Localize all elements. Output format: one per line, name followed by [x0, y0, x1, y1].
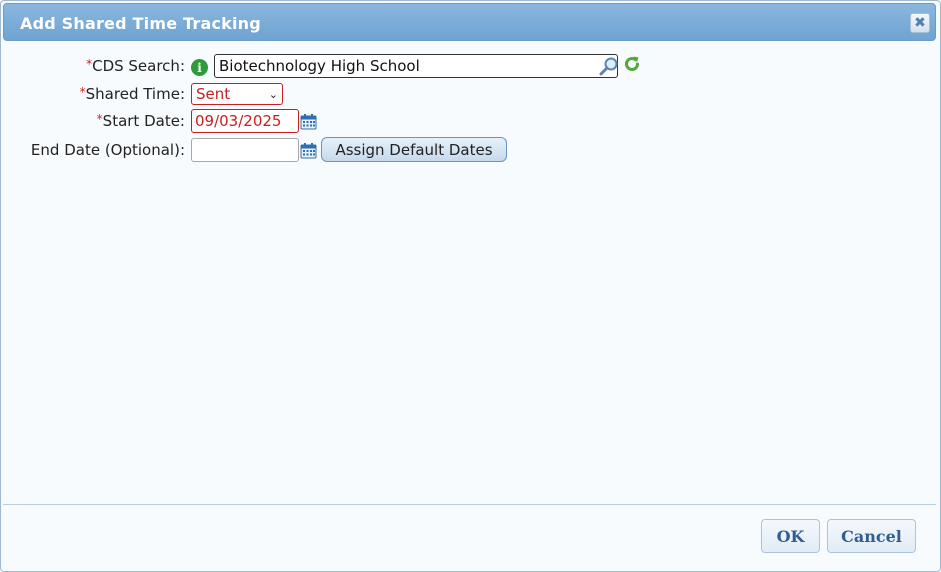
close-icon: ✖ — [914, 15, 926, 31]
ok-button[interactable]: OK — [761, 519, 820, 553]
cancel-button[interactable]: Cancel — [827, 519, 916, 553]
start-date-row: *Start Date: — [1, 109, 185, 133]
footer-divider — [3, 504, 936, 505]
shared-time-label: *Shared Time: — [79, 85, 185, 103]
dialog-title: Add Shared Time Tracking — [20, 14, 261, 33]
start-date-input[interactable] — [191, 109, 299, 133]
info-icon[interactable]: i — [191, 59, 208, 76]
cds-search-input[interactable] — [214, 54, 618, 78]
start-date-label: *Start Date: — [96, 112, 185, 130]
dialog-titlebar[interactable]: Add Shared Time Tracking ✖ — [3, 3, 936, 41]
add-shared-time-tracking-dialog: Add Shared Time Tracking ✖ *CDS Search: … — [0, 0, 941, 572]
cds-search-label: *CDS Search: — [86, 57, 185, 75]
shared-time-selected: Sent — [196, 85, 231, 103]
end-date-label: End Date (Optional): — [30, 141, 185, 159]
calendar-icon[interactable] — [300, 113, 317, 130]
close-button[interactable]: ✖ — [910, 13, 930, 33]
end-date-row: End Date (Optional): — [1, 138, 185, 162]
refresh-icon[interactable] — [623, 55, 641, 73]
chevron-down-icon: ⌄ — [268, 87, 278, 101]
cds-search-row: *CDS Search: — [1, 54, 185, 78]
calendar-icon[interactable] — [300, 142, 317, 159]
assign-default-dates-button[interactable]: Assign Default Dates — [321, 137, 507, 162]
shared-time-row: *Shared Time: — [1, 82, 185, 106]
end-date-input[interactable] — [191, 138, 299, 162]
magnifier-icon[interactable] — [599, 56, 619, 76]
shared-time-select[interactable]: Sent ⌄ — [191, 83, 283, 105]
